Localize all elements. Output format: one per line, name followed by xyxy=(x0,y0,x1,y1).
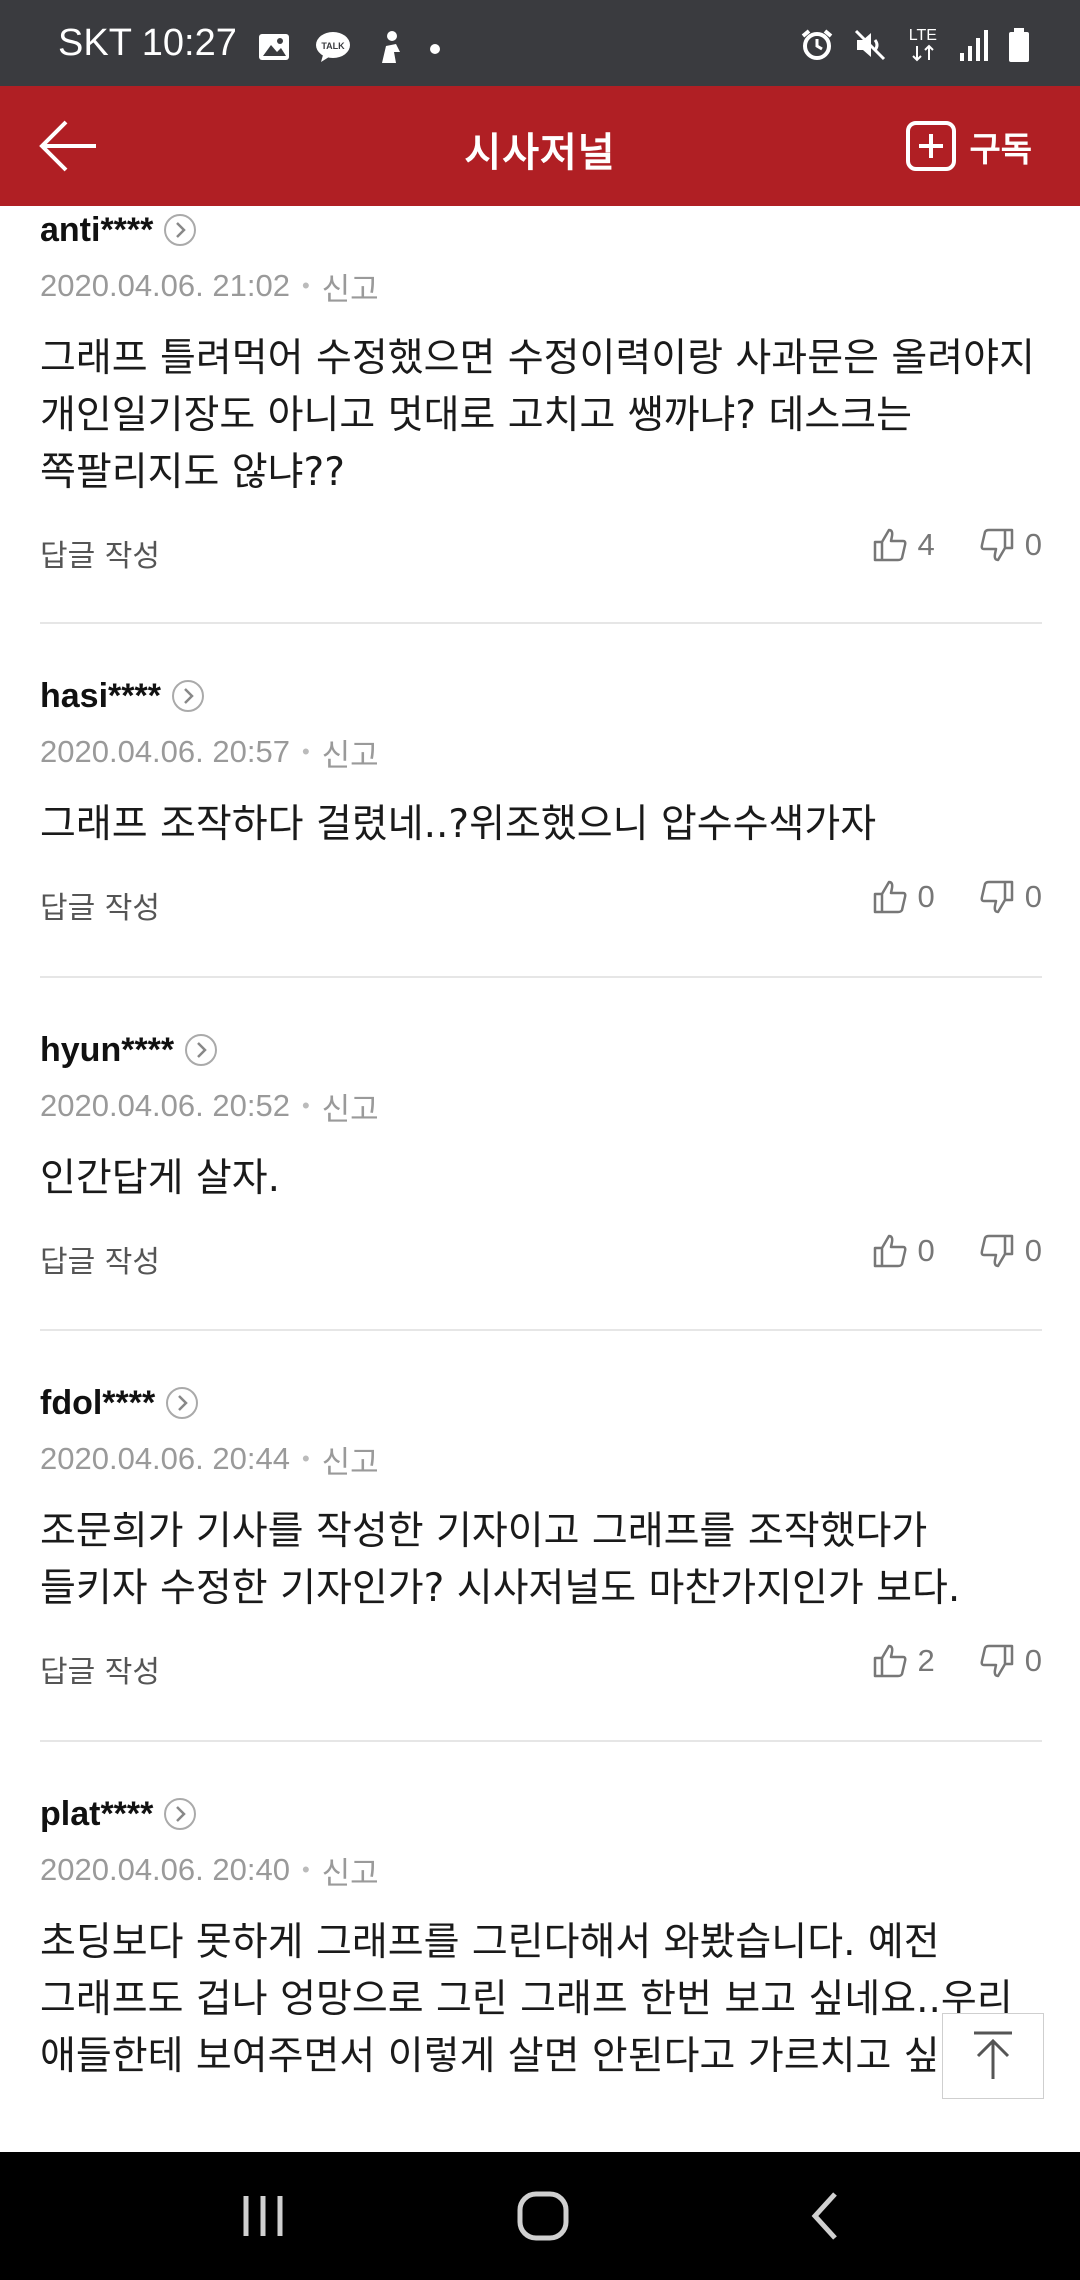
comment-item: plat**** 2020.04.06. 20:40 • 신고 초딩보다 못하게… xyxy=(40,1790,1042,2085)
recent-apps-button[interactable] xyxy=(228,2186,298,2246)
carrier-time: SKT 10:27 xyxy=(58,22,237,64)
comment-text: 인간답게 살자. xyxy=(40,1156,281,1201)
like-count: 2 xyxy=(917,1643,935,1678)
thumbs-down-icon xyxy=(980,1234,1013,1268)
chevron-right-circle-icon[interactable] xyxy=(163,213,197,247)
mute-icon xyxy=(853,28,887,66)
comment-date: 2020.04.06. 20:52 xyxy=(40,1088,290,1123)
divider xyxy=(40,1740,1042,1742)
dislike-count: 0 xyxy=(1024,879,1042,914)
dislike-button[interactable]: 0 xyxy=(979,1643,1042,1679)
talk-icon: TALK xyxy=(315,31,351,67)
plus-square-icon xyxy=(906,121,957,171)
dislike-button[interactable]: 0 xyxy=(979,527,1042,563)
divider xyxy=(40,976,1042,978)
gallery-icon xyxy=(258,33,290,65)
comment-author[interactable]: plat**** xyxy=(40,1795,153,1834)
thumbs-up-icon xyxy=(873,1234,906,1268)
report-link[interactable]: 신고 xyxy=(322,730,379,775)
reply-button[interactable]: 답글 작성 xyxy=(40,1647,160,1691)
comment-date: 2020.04.06. 20:40 xyxy=(40,1852,290,1887)
like-count: 0 xyxy=(917,879,935,914)
comment-text: 초딩보다 못하게 그래프를 그린다해서 와봤습니다. 예전 그래프도 겁나 엉망… xyxy=(40,1920,1024,2079)
chevron-right-circle-icon[interactable] xyxy=(165,1386,199,1420)
comment-item: hyun**** 2020.04.06. 20:52 • 신고 인간답게 살자.… xyxy=(40,1026,1042,1289)
like-count: 0 xyxy=(917,1233,935,1268)
signal-icon xyxy=(959,29,989,65)
comment-author[interactable]: fdol**** xyxy=(40,1384,155,1423)
comment-text: 조문희가 기사를 작성한 기자이고 그래프를 조작했다가 들키자 수정한 기자인… xyxy=(40,1509,961,1611)
report-link[interactable]: 신고 xyxy=(322,1437,379,1482)
reply-button[interactable]: 답글 작성 xyxy=(40,883,160,927)
status-bar: SKT 10:27 TALK LTE xyxy=(0,0,1080,86)
back-nav-button[interactable] xyxy=(790,2186,860,2246)
chevron-right-circle-icon[interactable] xyxy=(171,679,205,713)
back-chevron-icon xyxy=(811,2192,837,2240)
like-button[interactable]: 4 xyxy=(872,527,935,563)
chevron-right-circle-icon[interactable] xyxy=(184,1033,218,1067)
comment-author[interactable]: anti**** xyxy=(40,211,153,250)
app-header: 시사저널 구독 xyxy=(0,86,1080,206)
thumbs-down-icon xyxy=(980,1644,1013,1678)
reply-button[interactable]: 답글 작성 xyxy=(40,531,160,575)
navigation-bar xyxy=(0,2152,1080,2280)
report-link[interactable]: 신고 xyxy=(322,1084,379,1129)
person-icon xyxy=(376,30,404,68)
comment-item: anti**** 2020.04.06. 21:02 • 신고 그래프 틀려먹어… xyxy=(40,206,1042,583)
separator-dot: • xyxy=(301,1857,310,1882)
thumbs-down-icon xyxy=(980,528,1013,562)
comment-author[interactable]: hasi**** xyxy=(40,677,161,716)
svg-text:TALK: TALK xyxy=(321,41,345,51)
report-link[interactable]: 신고 xyxy=(322,264,379,309)
recent-apps-icon xyxy=(243,2196,283,2236)
scroll-to-top-button[interactable] xyxy=(942,2013,1044,2099)
battery-icon xyxy=(1008,28,1030,66)
like-count: 4 xyxy=(917,527,935,562)
thumbs-up-icon xyxy=(873,1644,906,1678)
separator-dot: • xyxy=(301,1093,310,1118)
notification-icons: TALK xyxy=(258,30,461,70)
lte-icon: LTE xyxy=(906,28,940,66)
comment-list[interactable]: anti**** 2020.04.06. 21:02 • 신고 그래프 틀려먹어… xyxy=(0,206,1080,2152)
comment-date: 2020.04.06. 20:57 xyxy=(40,734,290,769)
separator-dot: • xyxy=(301,273,310,298)
comment-text: 그래프 틀려먹어 수정했으면 수정이력이랑 사과문은 올려야지 개인일기장도 아… xyxy=(40,336,1035,495)
comment-text: 그래프 조작하다 걸렸네..?위조했으니 압수수색가자 xyxy=(40,802,877,847)
comment-item: fdol**** 2020.04.06. 20:44 • 신고 조문희가 기사를… xyxy=(40,1379,1042,1699)
divider xyxy=(40,622,1042,624)
thumbs-up-icon xyxy=(873,880,906,914)
separator-dot: • xyxy=(301,739,310,764)
divider xyxy=(40,1329,1042,1331)
dislike-count: 0 xyxy=(1024,527,1042,562)
dislike-count: 0 xyxy=(1024,1643,1042,1678)
separator-dot: • xyxy=(301,1446,310,1471)
like-button[interactable]: 2 xyxy=(872,1643,935,1679)
comment-item: hasi**** 2020.04.06. 20:57 • 신고 그래프 조작하다… xyxy=(40,672,1042,935)
alarm-icon xyxy=(800,28,834,66)
thumbs-down-icon xyxy=(980,880,1013,914)
dislike-count: 0 xyxy=(1024,1233,1042,1268)
thumbs-up-icon xyxy=(873,528,906,562)
like-button[interactable]: 0 xyxy=(872,879,935,915)
report-link[interactable]: 신고 xyxy=(322,1848,379,1893)
comment-author[interactable]: hyun**** xyxy=(40,1031,174,1070)
reply-button[interactable]: 답글 작성 xyxy=(40,1237,160,1281)
system-icons: LTE xyxy=(786,28,1030,68)
home-icon xyxy=(517,2191,569,2241)
dot-icon xyxy=(429,40,441,59)
comment-date: 2020.04.06. 20:44 xyxy=(40,1441,290,1476)
dislike-button[interactable]: 0 xyxy=(979,1233,1042,1269)
comment-date: 2020.04.06. 21:02 xyxy=(40,268,290,303)
chevron-right-circle-icon[interactable] xyxy=(163,1797,197,1831)
like-button[interactable]: 0 xyxy=(872,1233,935,1269)
subscribe-button[interactable]: 구독 xyxy=(905,118,1032,174)
arrow-up-icon xyxy=(974,2031,1012,2079)
home-button[interactable] xyxy=(508,2186,578,2246)
subscribe-label: 구독 xyxy=(969,129,1032,170)
dislike-button[interactable]: 0 xyxy=(979,879,1042,915)
